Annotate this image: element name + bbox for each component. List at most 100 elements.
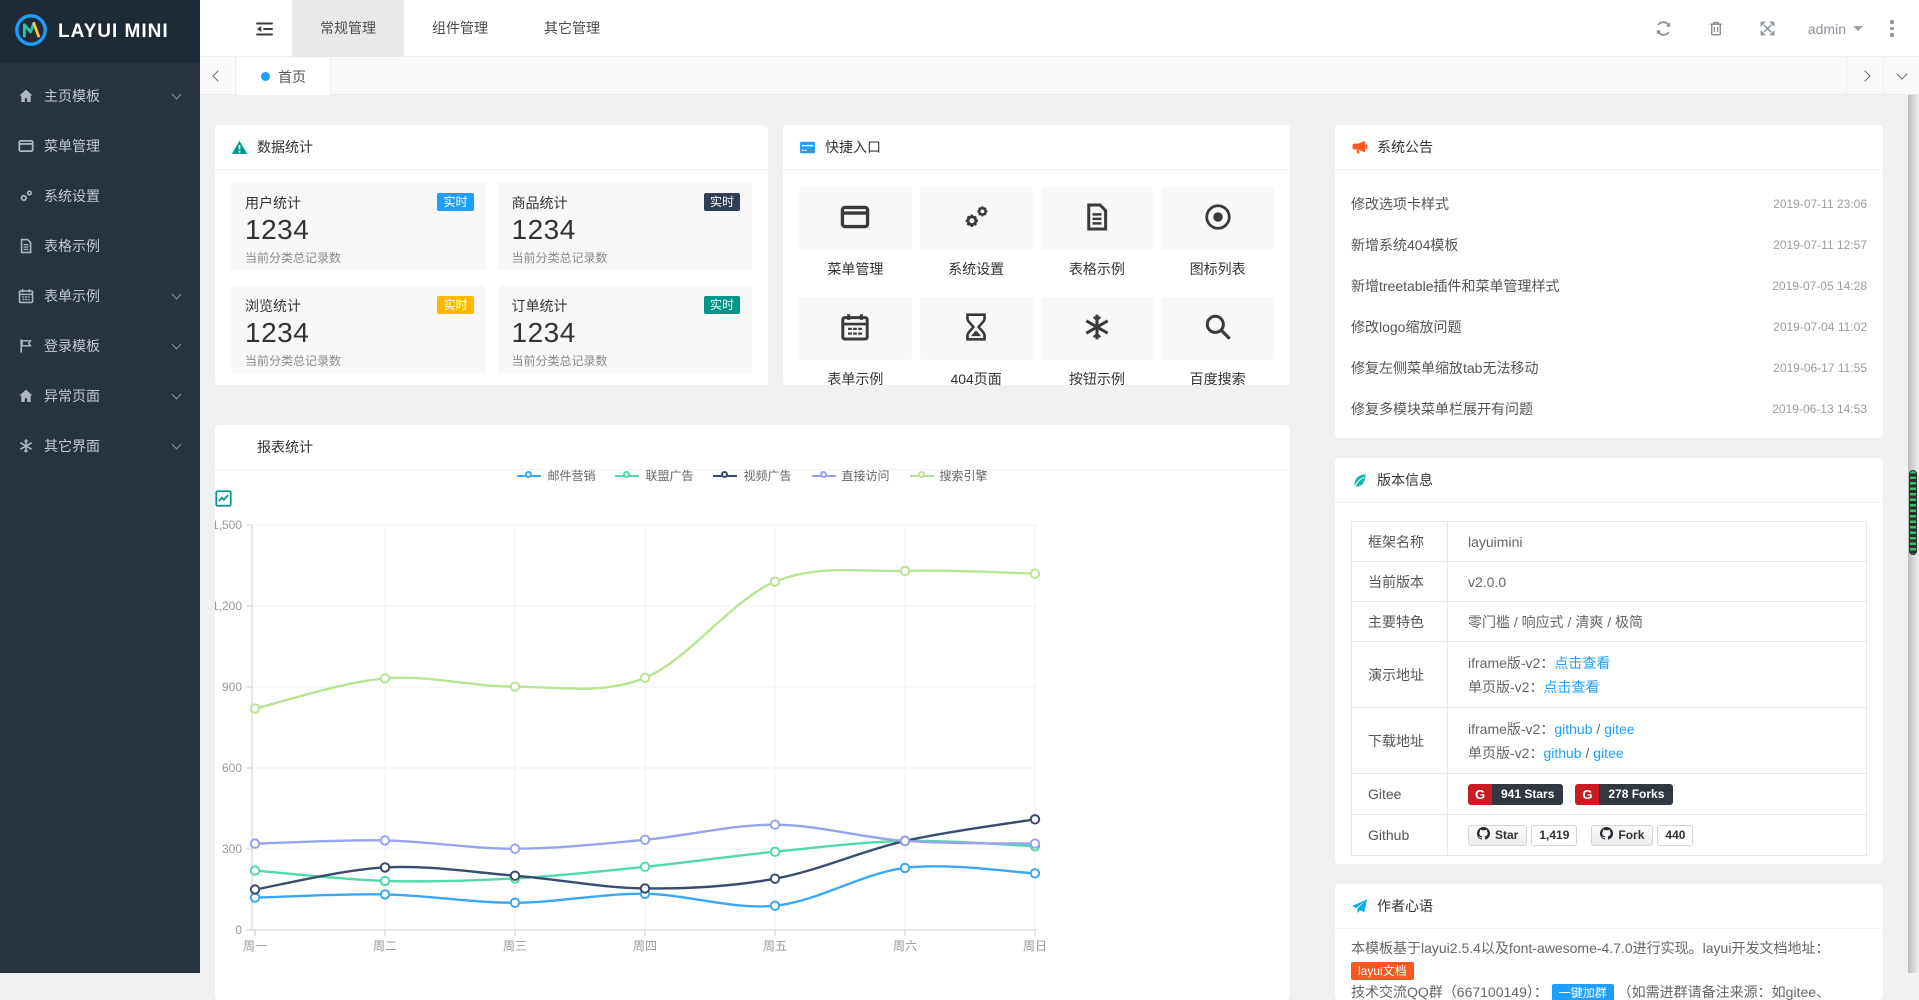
home-icon <box>18 388 34 404</box>
announcement-item-5[interactable]: 修复多模块菜单栏展开有问题2019-06-13 14:53 <box>1351 388 1867 429</box>
search-icon <box>1203 312 1233 345</box>
bullhorn-icon <box>1351 139 1368 156</box>
svg-text:周日: 周日 <box>1023 939 1047 953</box>
svg-text:0: 0 <box>235 923 242 937</box>
gitee-badge-0[interactable]: G941 Stars <box>1468 784 1563 805</box>
github-fork-button[interactable]: Fork <box>1591 825 1653 846</box>
sidebar-item-6[interactable]: 异常页面 <box>0 371 200 421</box>
sidebar-menu: 主页模板菜单管理系统设置表格示例表单示例登录模板异常页面其它界面 <box>0 63 200 471</box>
sidebar-item-5[interactable]: 登录模板 <box>0 321 200 371</box>
github-star-count[interactable]: 1,419 <box>1531 825 1577 846</box>
tab-home[interactable]: 首页 <box>237 58 331 95</box>
announcements-title: 系统公告 <box>1377 137 1433 157</box>
sidebar-item-7[interactable]: 其它界面 <box>0 421 200 471</box>
header-nav-tabs: 常规管理组件管理其它管理 <box>292 0 628 57</box>
clear-cache-trash-icon[interactable] <box>1690 0 1742 57</box>
tab-scroll-left-button[interactable] <box>200 57 236 94</box>
link-点击查看[interactable]: 点击查看 <box>1543 679 1599 695</box>
github-fork-count[interactable]: 440 <box>1657 825 1693 846</box>
more-vertical-icon[interactable] <box>1877 0 1907 57</box>
legend-item-0[interactable]: 邮件营销 <box>517 467 595 484</box>
scrollbar-thumb[interactable] <box>1909 470 1917 555</box>
quick-entry-label: 系统设置 <box>948 259 1004 279</box>
version-card: 版本信息 框架名称layuimini当前版本v2.0.0主要特色零门槛 / 响应… <box>1335 458 1883 864</box>
status-badge: 实时 <box>437 296 473 314</box>
stat-box-3: 订单统计1234当前分类总记录数实时 <box>498 285 753 373</box>
tab-scroll-right-button[interactable] <box>1846 57 1882 94</box>
stat-desc: 当前分类总记录数 <box>245 352 472 369</box>
announcement-item-1[interactable]: 新增系统404模板2019-07-11 12:57 <box>1351 224 1867 265</box>
announcement-date: 2019-07-05 14:28 <box>1772 279 1867 293</box>
version-table: 框架名称layuimini当前版本v2.0.0主要特色零门槛 / 响应式 / 清… <box>1351 521 1867 856</box>
version-row-label: Gitee <box>1352 774 1448 815</box>
author-body: 本模板基于layui2.5.4以及font-awesome-4.7.0进行实现。… <box>1335 929 1883 1000</box>
tab-operations-button[interactable] <box>1883 57 1919 94</box>
collapse-menu-icon[interactable] <box>236 0 292 57</box>
quick-entry-1[interactable]: 系统设置 <box>920 187 1033 279</box>
announcement-item-3[interactable]: 修改logo缩放问题2019-07-04 11:02 <box>1351 306 1867 347</box>
quick-entry-2[interactable]: 表格示例 <box>1041 187 1154 279</box>
quick-entry-3[interactable]: 图标列表 <box>1161 187 1274 279</box>
layui-docs-badge[interactable]: layui文档 <box>1351 962 1414 980</box>
sidebar-item-label: 表单示例 <box>44 286 173 306</box>
sidebar-item-4[interactable]: 表单示例 <box>0 271 200 321</box>
status-badge: 实时 <box>704 296 740 314</box>
announcement-item-0[interactable]: 修改选项卡样式2019-07-11 23:06 <box>1351 183 1867 224</box>
link-github[interactable]: github <box>1554 721 1592 737</box>
link-gitee[interactable]: gitee <box>1593 745 1623 761</box>
header-tab-2[interactable]: 其它管理 <box>516 0 628 57</box>
author-title: 作者心语 <box>1377 896 1433 916</box>
cogs-icon <box>961 202 991 235</box>
quick-entry-0[interactable]: 菜单管理 <box>799 187 912 279</box>
sidebar-item-2[interactable]: 系统设置 <box>0 171 200 221</box>
refresh-icon[interactable] <box>1638 0 1690 57</box>
header-tab-0[interactable]: 常规管理 <box>292 0 404 57</box>
file-text-icon <box>18 238 34 254</box>
page-scrollbar <box>1908 95 1919 973</box>
announcements-card: 系统公告 修改选项卡样式2019-07-11 23:06新增系统404模板201… <box>1335 125 1883 438</box>
snowflake-icon <box>18 438 34 454</box>
join-qq-group-badge[interactable]: 一键加群 <box>1552 984 1614 1000</box>
sidebar-item-label: 表格示例 <box>44 236 180 256</box>
legend-item-2[interactable]: 视频广告 <box>713 467 791 484</box>
quick-entry-6[interactable]: 按钮示例 <box>1041 297 1154 389</box>
announcement-item-4[interactable]: 修复左侧菜单缩放tab无法移动2019-06-17 11:55 <box>1351 347 1867 388</box>
header-tab-1[interactable]: 组件管理 <box>404 0 516 57</box>
sidebar-item-3[interactable]: 表格示例 <box>0 221 200 271</box>
announcement-text: 新增treetable插件和菜单管理样式 <box>1351 276 1559 296</box>
stat-box-0: 用户统计1234当前分类总记录数实时 <box>231 182 486 270</box>
link-点击查看[interactable]: 点击查看 <box>1554 655 1610 671</box>
stat-value: 1234 <box>245 214 472 246</box>
legend-item-4[interactable]: 搜索引擎 <box>910 467 988 484</box>
svg-text:周三: 周三 <box>503 939 527 953</box>
sidebar-item-label: 其它界面 <box>44 436 173 456</box>
announcement-item-2[interactable]: 新增treetable插件和菜单管理样式 2019-07-05 14:28 <box>1351 265 1867 306</box>
link-github[interactable]: github <box>1543 745 1581 761</box>
user-dropdown[interactable]: admin <box>1794 21 1877 37</box>
gitee-badge-1[interactable]: G278 Forks <box>1575 784 1673 805</box>
window-icon <box>18 138 34 154</box>
legend-item-3[interactable]: 直接访问 <box>812 467 890 484</box>
app-logo[interactable]: LAYUI MINI <box>0 0 200 63</box>
quick-entry-7[interactable]: 百度搜索 <box>1161 297 1274 389</box>
sidebar-item-1[interactable]: 菜单管理 <box>0 121 200 171</box>
legend-label: 视频广告 <box>743 467 791 484</box>
sidebar-item-0[interactable]: 主页模板 <box>0 71 200 121</box>
header-actions: admin <box>1638 0 1907 57</box>
line-chart-icon <box>231 439 248 456</box>
chevron-down-icon <box>172 89 182 99</box>
link-gitee[interactable]: gitee <box>1604 721 1634 737</box>
sidebar-item-label: 异常页面 <box>44 386 173 406</box>
fullscreen-icon[interactable] <box>1742 0 1794 57</box>
hourglass-icon <box>961 312 991 345</box>
gitee-logo-icon: G <box>1575 784 1599 805</box>
tab-home-label: 首页 <box>278 67 306 87</box>
github-star-button[interactable]: Star <box>1468 825 1527 846</box>
version-title: 版本信息 <box>1377 470 1433 490</box>
quick-entry-5[interactable]: 404页面 <box>920 297 1033 389</box>
announcement-text: 修复左侧菜单缩放tab无法移动 <box>1351 358 1538 378</box>
quick-entry-4[interactable]: 表单示例 <box>799 297 912 389</box>
qq-group-text: 技术交流QQ群（667100149）： <box>1351 984 1548 1000</box>
legend-item-1[interactable]: 联盟广告 <box>615 467 693 484</box>
active-tab-dot-icon <box>261 72 270 81</box>
